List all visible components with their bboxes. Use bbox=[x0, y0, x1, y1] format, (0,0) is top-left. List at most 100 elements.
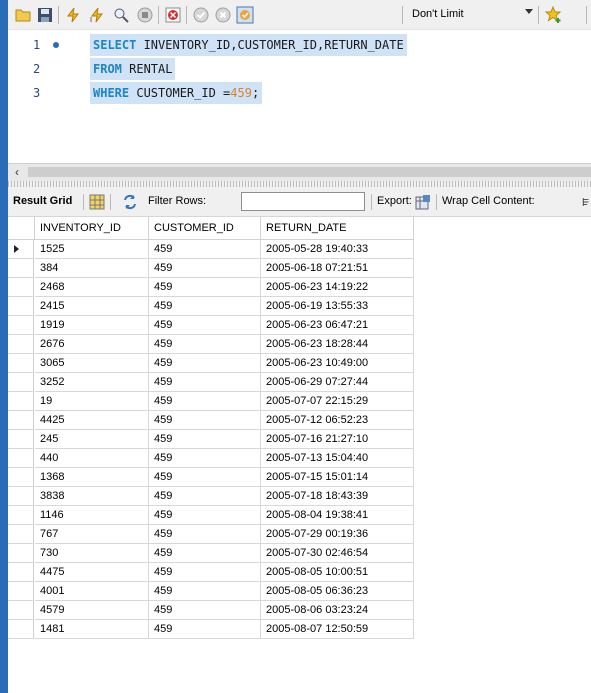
cell-return-date[interactable]: 2005-07-15 15:01:14 bbox=[261, 468, 414, 487]
cell-return-date[interactable]: 2005-07-13 15:04:40 bbox=[261, 449, 414, 468]
column-header-return-date[interactable]: RETURN_DATE bbox=[261, 217, 414, 240]
cell-customer-id[interactable]: 459 bbox=[149, 297, 261, 316]
table-row[interactable]: 245 459 2005-07-16 21:27:10 bbox=[8, 430, 591, 449]
cell-inventory-id[interactable]: 767 bbox=[35, 525, 149, 544]
table-row[interactable]: 2415 459 2005-06-19 13:55:33 bbox=[8, 297, 591, 316]
table-row[interactable]: 1368 459 2005-07-15 15:01:14 bbox=[8, 468, 591, 487]
cell-return-date[interactable]: 2005-06-19 13:55:33 bbox=[261, 297, 414, 316]
row-header[interactable] bbox=[8, 373, 34, 392]
row-header[interactable] bbox=[8, 468, 34, 487]
row-header[interactable] bbox=[8, 506, 34, 525]
cell-customer-id[interactable]: 459 bbox=[149, 316, 261, 335]
execute-icon[interactable] bbox=[64, 6, 82, 24]
cell-return-date[interactable]: 2005-07-16 21:27:10 bbox=[261, 430, 414, 449]
row-header[interactable] bbox=[8, 601, 34, 620]
cell-inventory-id[interactable]: 2676 bbox=[35, 335, 149, 354]
result-grid-tab[interactable]: Result Grid bbox=[13, 195, 72, 207]
table-row[interactable]: 1146 459 2005-08-04 19:38:41 bbox=[8, 506, 591, 525]
row-header[interactable] bbox=[8, 430, 34, 449]
cell-customer-id[interactable]: 459 bbox=[149, 240, 261, 259]
column-header-inventory-id[interactable]: INVENTORY_ID bbox=[35, 217, 149, 240]
save-icon[interactable] bbox=[36, 6, 54, 24]
row-header[interactable] bbox=[8, 316, 34, 335]
sql-editor[interactable]: 1 SELECT INVENTORY_ID,CUSTOMER_ID,RETURN… bbox=[8, 30, 591, 163]
cell-return-date[interactable]: 2005-05-28 19:40:33 bbox=[261, 240, 414, 259]
table-row[interactable]: 730 459 2005-07-30 02:46:54 bbox=[8, 544, 591, 563]
table-row[interactable]: 2468 459 2005-06-23 14:19:22 bbox=[8, 278, 591, 297]
row-header[interactable] bbox=[8, 259, 34, 278]
cell-customer-id[interactable]: 459 bbox=[149, 487, 261, 506]
refresh-icon[interactable] bbox=[121, 193, 139, 211]
scrollbar-thumb[interactable] bbox=[28, 167, 591, 177]
cell-inventory-id[interactable]: 730 bbox=[35, 544, 149, 563]
table-row[interactable]: 1919 459 2005-06-23 06:47:21 bbox=[8, 316, 591, 335]
column-header-customer-id[interactable]: CUSTOMER_ID bbox=[149, 217, 261, 240]
cell-inventory-id[interactable]: 2468 bbox=[35, 278, 149, 297]
cell-customer-id[interactable]: 459 bbox=[149, 601, 261, 620]
explain-icon[interactable] bbox=[112, 6, 130, 24]
grid-layout-icon[interactable] bbox=[88, 193, 106, 211]
result-grid[interactable]: INVENTORY_ID CUSTOMER_ID RETURN_DATE 152… bbox=[8, 217, 591, 693]
cell-return-date[interactable]: 2005-07-07 22:15:29 bbox=[261, 392, 414, 411]
row-header[interactable] bbox=[8, 487, 34, 506]
cell-inventory-id[interactable]: 384 bbox=[35, 259, 149, 278]
cell-inventory-id[interactable]: 440 bbox=[35, 449, 149, 468]
table-row[interactable]: 440 459 2005-07-13 15:04:40 bbox=[8, 449, 591, 468]
table-row[interactable]: 1525 459 2005-05-28 19:40:33 bbox=[8, 240, 591, 259]
cell-inventory-id[interactable]: 2415 bbox=[35, 297, 149, 316]
cell-inventory-id[interactable]: 4579 bbox=[35, 601, 149, 620]
cell-customer-id[interactable]: 459 bbox=[149, 392, 261, 411]
cell-inventory-id[interactable]: 1146 bbox=[35, 506, 149, 525]
cell-return-date[interactable]: 2005-07-12 06:52:23 bbox=[261, 411, 414, 430]
cell-inventory-id[interactable]: 1368 bbox=[35, 468, 149, 487]
row-header[interactable] bbox=[8, 582, 34, 601]
chevron-down-icon[interactable] bbox=[525, 9, 533, 14]
cell-customer-id[interactable]: 459 bbox=[149, 335, 261, 354]
cell-customer-id[interactable]: 459 bbox=[149, 430, 261, 449]
code-text[interactable]: SELECT INVENTORY_ID,CUSTOMER_ID,RETURN_D… bbox=[90, 34, 407, 56]
row-header[interactable] bbox=[8, 525, 34, 544]
code-text[interactable]: WHERE CUSTOMER_ID =459; bbox=[90, 82, 263, 104]
filter-rows-input[interactable] bbox=[241, 192, 365, 211]
cell-return-date[interactable]: 2005-06-23 06:47:21 bbox=[261, 316, 414, 335]
bookmark-icon[interactable] bbox=[545, 6, 563, 24]
cell-customer-id[interactable]: 459 bbox=[149, 354, 261, 373]
toggle-error-icon[interactable] bbox=[164, 6, 182, 24]
cell-customer-id[interactable]: 459 bbox=[149, 278, 261, 297]
table-row[interactable]: 4425 459 2005-07-12 06:52:23 bbox=[8, 411, 591, 430]
cell-inventory-id[interactable]: 3065 bbox=[35, 354, 149, 373]
cell-return-date[interactable]: 2005-07-18 18:43:39 bbox=[261, 487, 414, 506]
table-row[interactable]: 3838 459 2005-07-18 18:43:39 bbox=[8, 487, 591, 506]
cell-inventory-id[interactable]: 19 bbox=[35, 392, 149, 411]
cell-inventory-id[interactable]: 3838 bbox=[35, 487, 149, 506]
stop-icon[interactable] bbox=[136, 6, 154, 24]
cell-inventory-id[interactable]: 4475 bbox=[35, 563, 149, 582]
cell-customer-id[interactable]: 459 bbox=[149, 411, 261, 430]
autocommit-icon[interactable] bbox=[236, 6, 254, 24]
table-row[interactable]: 4579 459 2005-08-06 03:23:24 bbox=[8, 601, 591, 620]
editor-horizontal-scrollbar[interactable]: ‹ bbox=[8, 163, 591, 181]
row-header[interactable] bbox=[8, 240, 34, 259]
cell-inventory-id[interactable]: 1525 bbox=[35, 240, 149, 259]
cell-customer-id[interactable]: 459 bbox=[149, 582, 261, 601]
row-limit-select[interactable]: Don't Limit bbox=[412, 8, 464, 20]
cell-inventory-id[interactable]: 4425 bbox=[35, 411, 149, 430]
cell-inventory-id[interactable]: 1919 bbox=[35, 316, 149, 335]
cell-return-date[interactable]: 2005-08-05 10:00:51 bbox=[261, 563, 414, 582]
table-row[interactable]: 4475 459 2005-08-05 10:00:51 bbox=[8, 563, 591, 582]
row-header[interactable] bbox=[8, 411, 34, 430]
cell-return-date[interactable]: 2005-07-30 02:46:54 bbox=[261, 544, 414, 563]
export-icon[interactable] bbox=[414, 193, 432, 211]
cell-customer-id[interactable]: 459 bbox=[149, 468, 261, 487]
row-header[interactable] bbox=[8, 335, 34, 354]
row-header[interactable] bbox=[8, 544, 34, 563]
row-header[interactable] bbox=[8, 297, 34, 316]
cell-return-date[interactable]: 2005-07-29 00:19:36 bbox=[261, 525, 414, 544]
cell-customer-id[interactable]: 459 bbox=[149, 259, 261, 278]
cell-return-date[interactable]: 2005-06-23 10:49:00 bbox=[261, 354, 414, 373]
cell-inventory-id[interactable]: 3252 bbox=[35, 373, 149, 392]
row-header[interactable] bbox=[8, 354, 34, 373]
rollback-icon[interactable] bbox=[214, 6, 232, 24]
row-header[interactable] bbox=[8, 620, 34, 639]
row-header[interactable] bbox=[8, 563, 34, 582]
